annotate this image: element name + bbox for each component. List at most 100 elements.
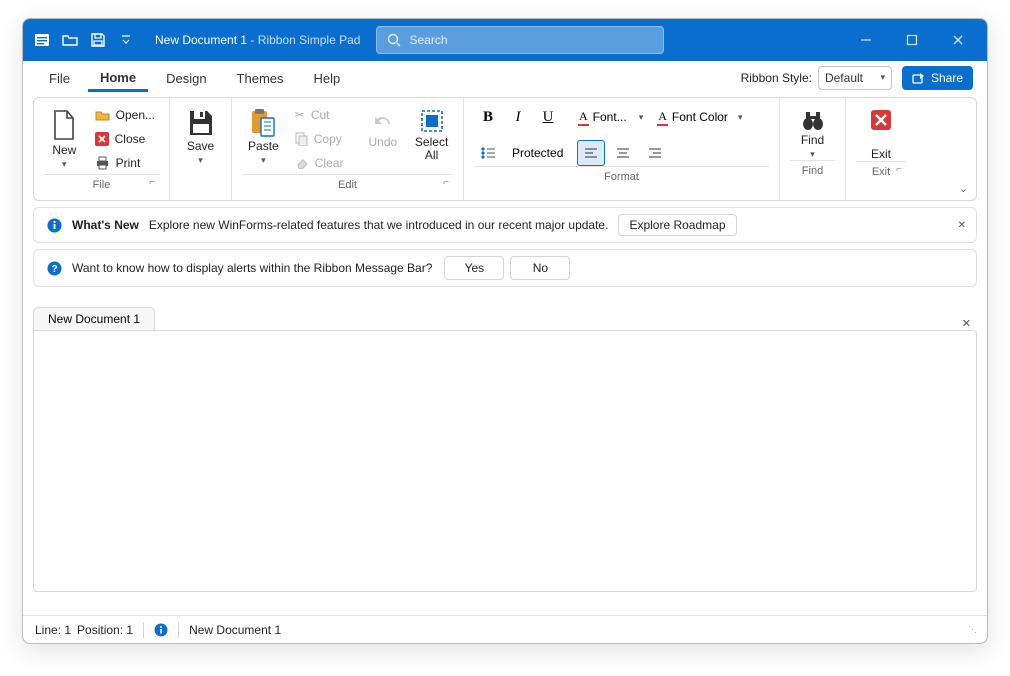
new-button[interactable]: New▾ <box>44 104 85 170</box>
qat-save-icon[interactable] <box>85 27 111 53</box>
info-icon <box>44 218 64 233</box>
search-input[interactable] <box>409 33 653 47</box>
tab-home[interactable]: Home <box>88 64 148 92</box>
chevron-down-icon: ▾ <box>639 112 644 123</box>
window-title: New Document 1 - Ribbon Simple Pad <box>155 33 360 47</box>
copy-icon <box>295 132 308 146</box>
select-all-button[interactable]: Select All <box>410 104 453 162</box>
print-button[interactable]: Print <box>91 152 159 174</box>
alerts-bar: ? Want to know how to display alerts wit… <box>33 249 977 287</box>
exit-icon <box>869 108 893 132</box>
scissors-icon: ✂ <box>295 108 305 122</box>
chevron-down-icon: ▾ <box>62 159 67 169</box>
editor-canvas[interactable] <box>33 330 977 592</box>
folder-open-icon <box>95 109 110 122</box>
chevron-down-icon: ▾ <box>810 149 815 159</box>
close-doc-button[interactable]: Close <box>91 128 159 150</box>
undo-icon <box>370 108 396 134</box>
close-doc-tab-icon[interactable]: ✕ <box>962 317 977 330</box>
protected-label[interactable]: Protected <box>512 146 563 160</box>
find-button[interactable]: Find▾ <box>790 104 835 160</box>
search-box[interactable] <box>376 26 664 54</box>
ribbon-style-select[interactable]: Default ▾ <box>818 66 892 90</box>
tab-file[interactable]: File <box>37 65 82 90</box>
group-edit: Paste▾ ✂Cut Copy Clear Undo Select All <box>232 98 464 200</box>
collapse-ribbon-button[interactable]: ⌄ <box>959 182 968 195</box>
resize-grip-icon[interactable]: ⋱ <box>968 624 975 635</box>
status-bar: Line: 1 Position: 1 New Document 1 ⋱ <box>23 615 987 643</box>
close-icon[interactable]: ✕ <box>958 220 966 231</box>
qat-customize-icon[interactable] <box>113 27 139 53</box>
tab-themes[interactable]: Themes <box>225 65 296 90</box>
underline-button[interactable]: U <box>534 104 562 130</box>
group-format: B I U A Font... ▾ A Font Color ▾ <box>464 98 780 200</box>
save-icon <box>187 108 215 138</box>
maximize-button[interactable] <box>889 19 935 61</box>
title-doc: New Document 1 <box>155 33 247 47</box>
status-line: Line: 1 <box>35 623 71 637</box>
share-button[interactable]: Share <box>902 66 973 90</box>
dialog-launcher-icon[interactable]: ⌐ <box>149 177 155 188</box>
whatsnew-text: Explore new WinForms-related features th… <box>149 218 609 232</box>
dialog-launcher-icon[interactable]: ⌐ <box>443 177 449 188</box>
align-right-button[interactable] <box>641 140 669 166</box>
open-button[interactable]: Open... <box>91 104 159 126</box>
align-left-button[interactable] <box>577 140 605 166</box>
whatsnew-title: What's New <box>72 218 139 232</box>
ribbon-style-label: Ribbon Style: <box>741 71 812 85</box>
binoculars-icon <box>800 108 826 132</box>
copy-button[interactable]: Copy <box>291 128 348 150</box>
chevron-down-icon: ▾ <box>880 72 885 83</box>
align-center-button[interactable] <box>609 140 637 166</box>
close-button[interactable] <box>935 19 981 61</box>
print-icon <box>95 156 110 170</box>
share-icon <box>912 71 925 84</box>
bullets-button[interactable] <box>474 140 502 166</box>
svg-text:?: ? <box>51 264 57 275</box>
app-window: New Document 1 - Ribbon Simple Pad File … <box>22 18 988 644</box>
group-find: Find▾ Find <box>780 98 846 200</box>
ribbon-tabs: File Home Design Themes Help Ribbon Styl… <box>23 61 987 95</box>
ribbon-panel: New▾ Open... Close Print <box>33 97 977 201</box>
minimize-button[interactable] <box>843 19 889 61</box>
eraser-icon <box>295 157 309 169</box>
group-file: New▾ Open... Close Print <box>34 98 170 200</box>
group-save: Save▾ <box>170 98 232 200</box>
tab-design[interactable]: Design <box>154 65 218 90</box>
paste-button[interactable]: Paste▾ <box>242 104 285 166</box>
exit-button[interactable]: Exit <box>857 104 905 161</box>
search-icon <box>387 33 401 47</box>
dialog-launcher-icon[interactable]: ⌐ <box>896 164 902 175</box>
cut-button[interactable]: ✂Cut <box>291 104 348 126</box>
quick-access-toolbar <box>29 27 139 53</box>
help-icon: ? <box>44 261 64 276</box>
chevron-down-icon: ▾ <box>198 155 203 165</box>
explore-roadmap-button[interactable]: Explore Roadmap <box>618 214 736 236</box>
titlebar: New Document 1 - Ribbon Simple Pad <box>23 19 987 61</box>
status-position: Position: 1 <box>77 623 133 637</box>
no-button[interactable]: No <box>510 256 570 280</box>
clear-button[interactable]: Clear <box>291 152 348 174</box>
new-file-icon <box>50 108 78 142</box>
paste-icon <box>250 108 276 138</box>
font-color-button[interactable]: A Font Color ▾ <box>651 104 748 130</box>
status-doc: New Document 1 <box>189 623 281 637</box>
tab-help[interactable]: Help <box>302 65 353 90</box>
undo-button[interactable]: Undo <box>361 104 404 149</box>
status-info-icon[interactable] <box>154 623 168 637</box>
qat-app-icon[interactable] <box>29 27 55 53</box>
doc-tab[interactable]: New Document 1 <box>33 307 155 330</box>
chevron-down-icon: ▾ <box>738 112 743 123</box>
qat-open-icon[interactable] <box>57 27 83 53</box>
bold-button[interactable]: B <box>474 104 502 130</box>
close-doc-icon <box>95 132 109 146</box>
whatsnew-bar: What's New Explore new WinForms-related … <box>33 207 977 243</box>
save-button[interactable]: Save▾ <box>180 104 221 166</box>
font-button[interactable]: A Font... ▾ <box>572 104 649 130</box>
yes-button[interactable]: Yes <box>444 256 504 280</box>
italic-button[interactable]: I <box>504 104 532 130</box>
title-app: Ribbon Simple Pad <box>258 33 361 47</box>
document-tabs: New Document 1 ✕ <box>33 307 977 330</box>
chevron-down-icon: ▾ <box>261 155 266 165</box>
system-buttons <box>843 19 981 61</box>
